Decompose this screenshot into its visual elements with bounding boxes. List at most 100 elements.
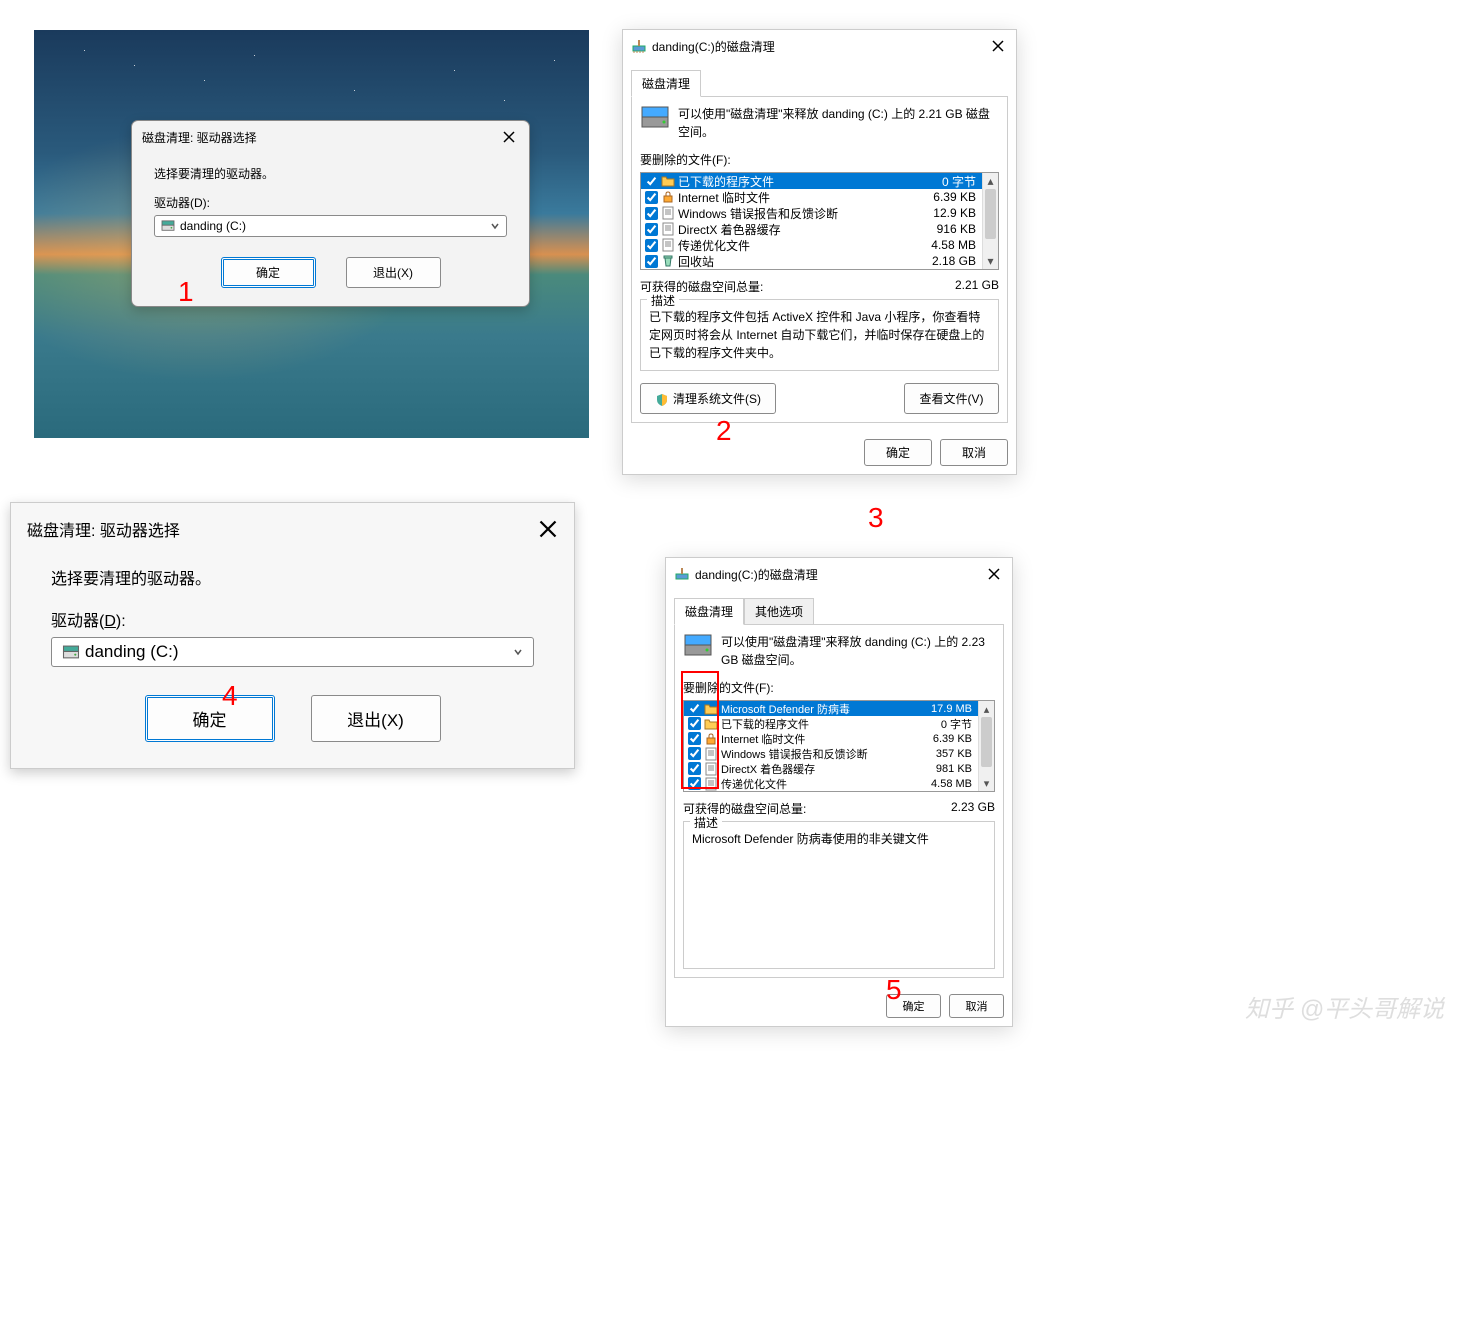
file-size: 6.39 KB — [933, 733, 974, 745]
prompt-text: 选择要清理的驱动器。 — [51, 565, 534, 589]
file-list-item[interactable]: Internet 临时文件6.39 KB — [641, 189, 982, 205]
chevron-down-icon — [513, 647, 523, 657]
file-size: 981 KB — [936, 763, 974, 775]
drive-value: danding (C:) — [180, 219, 246, 233]
shield-icon — [655, 393, 669, 407]
cancel-button[interactable]: 取消 — [940, 439, 1008, 466]
folder-icon — [661, 174, 675, 188]
file-checkbox[interactable] — [645, 175, 658, 188]
file-list: 已下载的程序文件0 字节Internet 临时文件6.39 KBWindows … — [640, 172, 999, 270]
file-name: Microsoft Defender 防病毒 — [721, 701, 931, 717]
description-text: 已下载的程序文件包括 ActiveX 控件和 Java 小程序，你查看特定网页时… — [649, 308, 990, 362]
file-list-item[interactable]: 传递优化文件4.58 MB — [684, 776, 978, 791]
file-icon — [661, 238, 675, 252]
file-checkbox[interactable] — [645, 191, 658, 204]
dialog-title: 磁盘清理: 驱动器选择 — [142, 129, 257, 146]
file-checkbox[interactable] — [645, 239, 658, 252]
scrollbar[interactable]: ▴ ▾ — [978, 701, 994, 791]
scroll-up-icon[interactable]: ▴ — [979, 701, 994, 717]
clean-system-files-button[interactable]: 清理系统文件(S) — [640, 383, 776, 414]
window-title: danding(C:)的磁盘清理 — [695, 566, 818, 583]
file-list-item[interactable]: 回收站2.18 GB — [641, 253, 982, 269]
drive-select-dialog-4: 磁盘清理: 驱动器选择 选择要清理的驱动器。 驱动器(D): danding (… — [10, 502, 575, 769]
file-name: 已下载的程序文件 — [721, 716, 941, 732]
file-checkbox[interactable] — [645, 207, 658, 220]
tab-disk-cleanup[interactable]: 磁盘清理 — [674, 598, 744, 625]
file-checkbox[interactable] — [645, 255, 658, 268]
prompt-text: 选择要清理的驱动器。 — [154, 165, 507, 182]
drive-icon — [161, 220, 175, 232]
view-files-button[interactable]: 查看文件(V) — [904, 383, 999, 414]
file-name: 传递优化文件 — [721, 776, 931, 792]
file-size: 2.18 GB — [932, 254, 978, 268]
exit-button[interactable]: 退出(X) — [311, 695, 441, 742]
ok-button[interactable]: 确定 — [864, 439, 932, 466]
tab-disk-cleanup[interactable]: 磁盘清理 — [631, 70, 701, 97]
drive-icon — [62, 645, 80, 660]
file-name: 传递优化文件 — [678, 237, 931, 254]
file-list-item[interactable]: 传递优化文件4.58 MB — [641, 237, 982, 253]
file-name: 已下载的程序文件 — [678, 173, 942, 190]
annotation-2: 2 — [716, 415, 732, 447]
drive-label: 驱动器(D): — [51, 607, 534, 631]
drive-value: danding (C:) — [85, 642, 179, 662]
file-name: 回收站 — [678, 253, 932, 270]
files-to-delete-label: 要删除的文件(F): — [683, 679, 995, 696]
dialog-title: 磁盘清理: 驱动器选择 — [27, 517, 180, 541]
file-icon — [661, 206, 675, 220]
drive-combobox[interactable]: danding (C:) — [154, 215, 507, 237]
lock-icon — [661, 190, 675, 204]
close-icon[interactable] — [984, 564, 1004, 584]
scrollbar[interactable]: ▴ ▾ — [982, 173, 998, 269]
file-size: 17.9 MB — [931, 703, 974, 715]
close-icon[interactable] — [538, 519, 558, 539]
file-list-item[interactable]: 已下载的程序文件0 字节 — [684, 716, 978, 731]
tab-other-options[interactable]: 其他选项 — [744, 598, 814, 625]
file-size: 0 字节 — [941, 716, 974, 732]
description-text: Microsoft Defender 防病毒使用的非关键文件 — [692, 830, 986, 960]
file-name: DirectX 着色器缓存 — [678, 221, 937, 238]
close-icon[interactable] — [499, 127, 519, 147]
annotation-5: 5 — [886, 974, 902, 1006]
disk-icon — [683, 633, 713, 659]
total-value: 2.23 GB — [951, 800, 995, 817]
file-list-item[interactable]: 已下载的程序文件0 字节 — [641, 173, 982, 189]
file-list-item[interactable]: Windows 错误报告和反馈诊断357 KB — [684, 746, 978, 761]
annotation-3: 3 — [868, 502, 884, 534]
file-checkbox[interactable] — [645, 223, 658, 236]
disk-cleanup-dialog-2: danding(C:)的磁盘清理 磁盘清理 可以使用"磁盘清理"来释放 dand… — [622, 29, 1017, 475]
annotation-box-5 — [681, 671, 719, 789]
file-list-item[interactable]: Microsoft Defender 防病毒17.9 MB — [684, 701, 978, 716]
file-name: Windows 错误报告和反馈诊断 — [721, 746, 936, 762]
ok-button[interactable]: 确定 — [221, 257, 316, 288]
file-size: 357 KB — [936, 748, 974, 760]
file-list: Microsoft Defender 防病毒17.9 MB已下载的程序文件0 字… — [683, 700, 995, 792]
info-text: 可以使用"磁盘清理"来释放 danding (C:) 上的 2.23 GB 磁盘… — [721, 633, 995, 669]
description-label: 描述 — [647, 292, 679, 309]
scroll-down-icon[interactable]: ▾ — [979, 775, 994, 791]
file-list-item[interactable]: Windows 错误报告和反馈诊断12.9 KB — [641, 205, 982, 221]
scrollbar-thumb[interactable] — [985, 189, 996, 239]
window-title: danding(C:)的磁盘清理 — [652, 38, 775, 55]
scrollbar-thumb[interactable] — [981, 717, 992, 767]
disk-icon — [640, 105, 670, 131]
exit-button[interactable]: 退出(X) — [346, 257, 441, 288]
file-list-item[interactable]: DirectX 着色器缓存981 KB — [684, 761, 978, 776]
broom-icon — [674, 566, 690, 582]
description-label: 描述 — [690, 814, 722, 831]
file-name: Windows 错误报告和反馈诊断 — [678, 205, 933, 222]
disk-cleanup-dialog-5: danding(C:)的磁盘清理 磁盘清理 其他选项 可以使用"磁盘清理"来释放… — [665, 557, 1013, 1027]
chevron-down-icon — [490, 221, 500, 231]
scroll-down-icon[interactable]: ▾ — [983, 253, 998, 269]
scroll-up-icon[interactable]: ▴ — [983, 173, 998, 189]
cancel-button[interactable]: 取消 — [949, 994, 1004, 1018]
ok-button[interactable]: 确定 — [145, 695, 275, 742]
close-icon[interactable] — [988, 36, 1008, 56]
drive-combobox[interactable]: danding (C:) — [51, 637, 534, 667]
file-size: 6.39 KB — [933, 190, 978, 204]
drive-label: 驱动器(D): — [154, 194, 507, 211]
file-list-item[interactable]: DirectX 着色器缓存916 KB — [641, 221, 982, 237]
file-size: 0 字节 — [942, 173, 978, 190]
file-list-item[interactable]: Internet 临时文件6.39 KB — [684, 731, 978, 746]
total-value: 2.21 GB — [955, 278, 999, 295]
